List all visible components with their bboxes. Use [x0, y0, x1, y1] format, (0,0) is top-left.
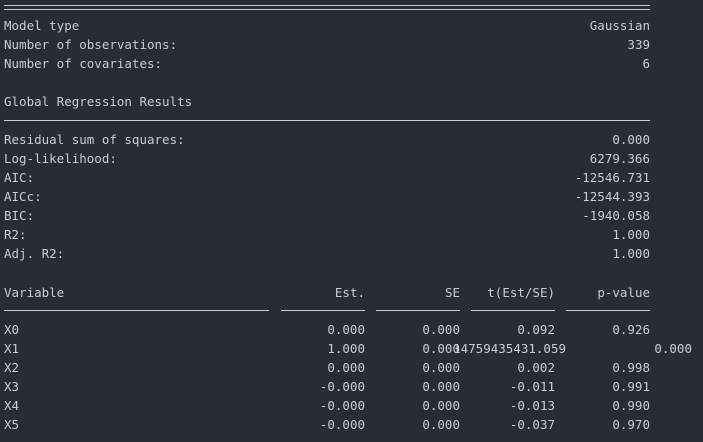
- top-double-rule: [4, 5, 650, 10]
- row-x4-p: 0.990: [612, 398, 650, 413]
- row-x0-se: 0.000: [422, 322, 460, 337]
- row-x3-est: -0.000: [319, 379, 365, 394]
- adj-r2-label: Adj. R2:: [4, 246, 65, 261]
- observations-label: Number of observations:: [4, 37, 178, 52]
- row-x2-se: 0.000: [422, 360, 460, 375]
- row-x4-t: -0.013: [509, 398, 555, 413]
- model-type-label: Model type: [4, 18, 80, 33]
- rule-t: [471, 310, 555, 311]
- row-x2-est: 0.000: [327, 360, 365, 375]
- rule-variable: [4, 310, 269, 311]
- rss-label: Residual sum of squares:: [4, 132, 185, 147]
- row-x3-se: 0.000: [422, 379, 460, 394]
- global-results-rule: [4, 120, 650, 121]
- r2-value: 1.000: [612, 227, 650, 242]
- loglik-label: Log-likelihood:: [4, 151, 117, 166]
- row-x1-est: 1.000: [327, 341, 365, 356]
- global-results-title: Global Regression Results: [4, 94, 193, 109]
- row-x5-se: 0.000: [422, 417, 460, 432]
- model-type-value: Gaussian: [589, 18, 650, 33]
- aicc-label: AICc:: [4, 189, 42, 204]
- row-x2-t: 0.002: [517, 360, 555, 375]
- r2-label: R2:: [4, 227, 27, 242]
- header-se: SE: [444, 285, 460, 300]
- row-x2-p: 0.998: [612, 360, 650, 375]
- row-x2-variable: X2: [4, 360, 20, 375]
- header-est: Est.: [334, 285, 365, 300]
- rule-p: [566, 310, 650, 311]
- row-x0-est: 0.000: [327, 322, 365, 337]
- rss-value: 0.000: [612, 132, 650, 147]
- row-x1-variable: X1: [4, 341, 20, 356]
- row-x4-est: -0.000: [319, 398, 365, 413]
- row-x1-t: 14759435431.059: [453, 341, 566, 356]
- rule-se: [376, 310, 460, 311]
- bic-value: -1940.058: [582, 208, 650, 223]
- aicc-value: -12544.393: [574, 189, 650, 204]
- header-p: p-value: [597, 285, 650, 300]
- row-x1-p: 0.000: [654, 341, 692, 356]
- row-x3-t: -0.011: [509, 379, 555, 394]
- row-x4-variable: X4: [4, 398, 20, 413]
- row-x5-variable: X5: [4, 417, 20, 432]
- bic-label: BIC:: [4, 208, 35, 223]
- covariates-value: 6: [642, 56, 650, 71]
- row-x5-t: -0.037: [509, 417, 555, 432]
- console-output: { "model_info": [ {"label": "Model type"…: [0, 0, 703, 442]
- covariates-label: Number of covariates:: [4, 56, 163, 71]
- row-x5-est: -0.000: [319, 417, 365, 432]
- row-x3-p: 0.991: [612, 379, 650, 394]
- row-x0-t: 0.092: [517, 322, 555, 337]
- row-x0-p: 0.926: [612, 322, 650, 337]
- observations-value: 339: [627, 37, 650, 52]
- aic-value: -12546.731: [574, 170, 650, 185]
- row-x5-p: 0.970: [612, 417, 650, 432]
- row-x3-variable: X3: [4, 379, 20, 394]
- header-variable: Variable: [4, 285, 65, 300]
- adj-r2-value: 1.000: [612, 246, 650, 261]
- row-x0-variable: X0: [4, 322, 20, 337]
- loglik-value: 6279.366: [589, 151, 650, 166]
- row-x4-se: 0.000: [422, 398, 460, 413]
- aic-label: AIC:: [4, 170, 35, 185]
- rule-est: [281, 310, 365, 311]
- header-t: t(Est/SE): [487, 285, 555, 300]
